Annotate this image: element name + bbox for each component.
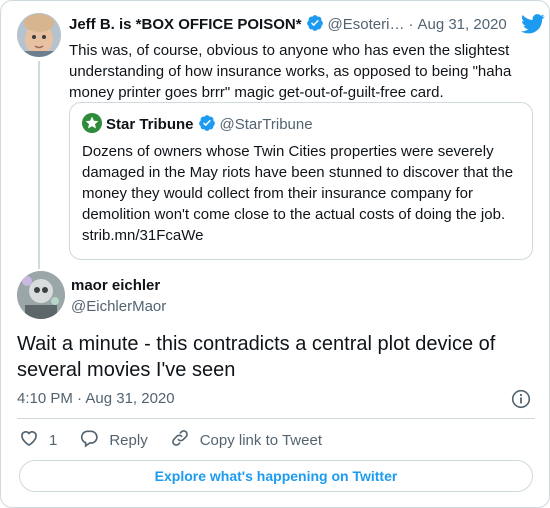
avatar[interactable] <box>17 13 61 57</box>
author-name[interactable]: Jeff B. is *BOX OFFICE POISON* <box>69 16 302 33</box>
link-icon <box>170 428 200 452</box>
parent-tweet-text: This was, of course, obvious to anyone w… <box>69 42 512 101</box>
tweet-date[interactable]: Aug 31, 2020 <box>417 16 506 33</box>
verified-badge-icon <box>198 114 216 139</box>
quoted-tweet-text: Dozens of owners whose Twin Cities prope… <box>82 143 514 244</box>
divider <box>17 418 535 419</box>
startribune-logo-icon <box>82 113 102 133</box>
info-icon[interactable] <box>511 389 531 414</box>
quoted-header: Star Tribune @StarTribune <box>82 113 313 135</box>
author-handle[interactable]: @Esoteri… <box>328 16 405 33</box>
reply-author-handle[interactable]: @EichlerMaor <box>71 297 166 317</box>
heart-icon <box>19 428 49 452</box>
separator-dot: · <box>408 16 414 33</box>
reply-button[interactable]: Reply <box>79 428 148 452</box>
like-button[interactable]: 1 <box>19 428 57 452</box>
tweet-timestamp[interactable]: 4:10 PM · Aug 31, 2020 <box>17 389 175 409</box>
reply-author-name[interactable]: maor eichler <box>71 276 160 296</box>
verified-badge-icon <box>306 14 324 39</box>
parent-header: Jeff B. is *BOX OFFICE POISON* @Esoteri… ·… <box>69 14 545 36</box>
like-count: 1 <box>49 431 58 449</box>
quoted-tweet[interactable]: Star Tribune @StarTribune Dozens of owner… <box>69 102 533 260</box>
copy-link-button[interactable]: Copy link to Tweet <box>170 428 322 452</box>
reply-tweet-text: Wait a minute - this contradicts a centr… <box>17 333 496 381</box>
twitter-bird-icon[interactable] <box>521 13 545 40</box>
copy-link-label: Copy link to Tweet <box>199 431 322 449</box>
tweet-actions: 1 Reply Copy link to Tweet <box>19 429 344 451</box>
explore-twitter-button[interactable]: Explore what's happening on Twitter <box>19 460 533 492</box>
avatar[interactable] <box>17 271 65 319</box>
quoted-author-handle: @StarTribune <box>219 116 313 133</box>
tweet-embed-card: Jeff B. is *BOX OFFICE POISON* @Esoteri… ·… <box>0 0 550 508</box>
reply-label: Reply <box>109 431 148 449</box>
quoted-author-name: Star Tribune <box>106 116 194 133</box>
reply-bubble-icon <box>79 428 109 452</box>
thread-line <box>38 61 40 269</box>
